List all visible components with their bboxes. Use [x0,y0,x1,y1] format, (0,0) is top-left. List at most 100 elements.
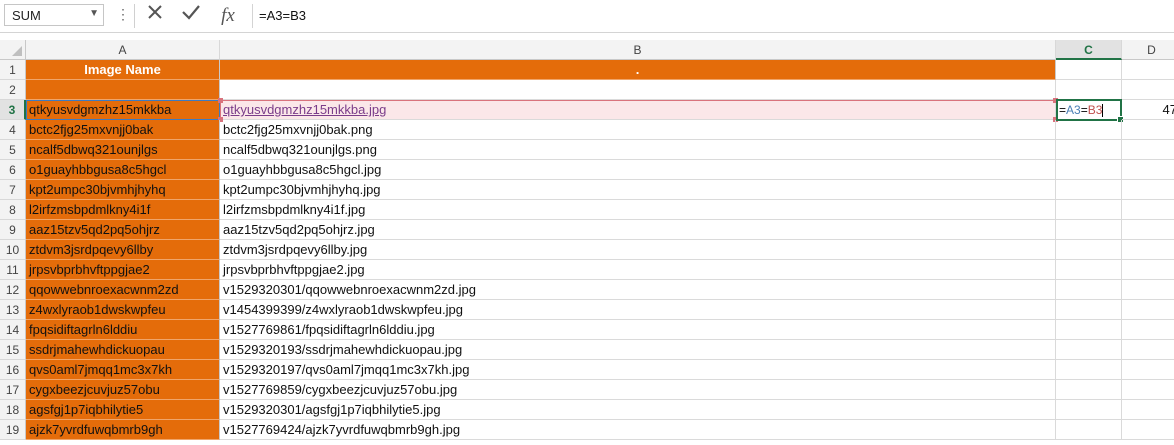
cell-c6[interactable] [1056,160,1122,180]
cell-c5[interactable] [1056,140,1122,160]
cell-d18[interactable] [1122,400,1174,420]
column-header-a[interactable]: A [26,40,220,60]
cell-c10[interactable] [1056,240,1122,260]
cell-c19[interactable] [1056,420,1122,440]
cell-a14[interactable]: fpqsidiftagrln6lddiu [26,320,220,340]
cell-c15[interactable] [1056,340,1122,360]
more-options-icon[interactable]: ⋮ [116,6,130,23]
cell-a5[interactable]: ncalf5dbwq321ounjlgs [26,140,220,160]
cell-d7[interactable] [1122,180,1174,200]
cell-a8[interactable]: l2irfzmsbpdmlkny4i1f [26,200,220,220]
cell-d1[interactable] [1122,60,1174,80]
row-header-13[interactable]: 13 [0,300,26,320]
cell-b19[interactable]: v1527769424/ajzk7yvrdfuwqbmrb9gh.jpg [220,420,1056,440]
row-header-11[interactable]: 11 [0,260,26,280]
column-header-b[interactable]: B [220,40,1056,60]
cell-a18[interactable]: agsfgj1p7iqbhilytie5 [26,400,220,420]
cell-b15[interactable]: v1529320193/ssdrjmahewhdickuopau.jpg [220,340,1056,360]
cell-c13[interactable] [1056,300,1122,320]
cell-c7[interactable] [1056,180,1122,200]
cell-c12[interactable] [1056,280,1122,300]
column-header-d[interactable]: D [1122,40,1174,60]
row-header-15[interactable]: 15 [0,340,26,360]
row-header-10[interactable]: 10 [0,240,26,260]
row-header-3[interactable]: 3 [0,100,26,120]
cell-d6[interactable] [1122,160,1174,180]
cell-b10[interactable]: ztdvm3jsrdpqevy6llby.jpg [220,240,1056,260]
cell-a2[interactable] [26,80,220,100]
cell-a6[interactable]: o1guayhbbgusa8c5hgcl [26,160,220,180]
cell-d13[interactable] [1122,300,1174,320]
cell-b2[interactable] [220,80,1056,100]
cell-d3[interactable]: 47 [1122,100,1174,120]
cell-b6[interactable]: o1guayhbbgusa8c5hgcl.jpg [220,160,1056,180]
cell-d15[interactable] [1122,340,1174,360]
cell-b17[interactable]: v1527769859/cygxbeezjcuvjuz57obu.jpg [220,380,1056,400]
row-header-14[interactable]: 14 [0,320,26,340]
row-header-2[interactable]: 2 [0,80,26,100]
row-header-12[interactable]: 12 [0,280,26,300]
cell-b11[interactable]: jrpsvbprbhvftppgjae2.jpg [220,260,1056,280]
cell-c14[interactable] [1056,320,1122,340]
cancel-icon[interactable] [141,3,169,29]
row-header-4[interactable]: 4 [0,120,26,140]
row-header-18[interactable]: 18 [0,400,26,420]
cell-a4[interactable]: bctc2fjg25mxvnjj0bak [26,120,220,140]
cell-d8[interactable] [1122,200,1174,220]
cell-d14[interactable] [1122,320,1174,340]
cell-d12[interactable] [1122,280,1174,300]
cell-b1[interactable]: . [220,60,1056,80]
insert-function-icon[interactable]: fx [214,3,242,29]
cell-c1[interactable] [1056,60,1122,80]
row-header-8[interactable]: 8 [0,200,26,220]
cell-d2[interactable] [1122,80,1174,100]
cell-c3-editing[interactable]: =A3=B3 [1056,99,1124,123]
cell-b4[interactable]: bctc2fjg25mxvnjj0bak.png [220,120,1056,140]
cell-c8[interactable] [1056,200,1122,220]
name-box[interactable]: SUM ▼ [4,4,104,26]
chevron-down-icon[interactable]: ▼ [89,8,99,19]
cell-b14[interactable]: v1527769861/fpqsidiftagrln6lddiu.jpg [220,320,1056,340]
cell-a15[interactable]: ssdrjmahewhdickuopau [26,340,220,360]
cell-a13[interactable]: z4wxlyraob1dwskwpfeu [26,300,220,320]
cell-d9[interactable] [1122,220,1174,240]
cell-b13[interactable]: v1454399399/z4wxlyraob1dwskwpfeu.jpg [220,300,1056,320]
cell-c11[interactable] [1056,260,1122,280]
cell-c2[interactable] [1056,80,1122,100]
cell-d11[interactable] [1122,260,1174,280]
cell-a17[interactable]: cygxbeezjcuvjuz57obu [26,380,220,400]
cell-b7[interactable]: kpt2umpc30bjvmhjhyhq.jpg [220,180,1056,200]
cell-c17[interactable] [1056,380,1122,400]
cell-b9[interactable]: aaz15tzv5qd2pq5ohjrz.jpg [220,220,1056,240]
cell-a12[interactable]: qqowwebnroexacwnm2zd [26,280,220,300]
row-header-9[interactable]: 9 [0,220,26,240]
cell-c4[interactable] [1056,120,1122,140]
cell-a16[interactable]: qvs0aml7jmqq1mc3x7kh [26,360,220,380]
cell-a11[interactable]: jrpsvbprbhvftppgjae2 [26,260,220,280]
cell-a19[interactable]: ajzk7yvrdfuwqbmrb9gh [26,420,220,440]
cell-a10[interactable]: ztdvm3jsrdpqevy6llby [26,240,220,260]
cell-b16[interactable]: v1529320197/qvs0aml7jmqq1mc3x7kh.jpg [220,360,1056,380]
cell-d16[interactable] [1122,360,1174,380]
cell-d19[interactable] [1122,420,1174,440]
cell-a1[interactable]: Image Name [26,60,220,80]
cell-d5[interactable] [1122,140,1174,160]
cell-c18[interactable] [1056,400,1122,420]
cell-b3[interactable]: qtkyusvdgmzhz15mkkba.jpg [220,100,1056,120]
cell-d4[interactable] [1122,120,1174,140]
cell-d10[interactable] [1122,240,1174,260]
cell-c16[interactable] [1056,360,1122,380]
enter-icon[interactable] [177,3,205,29]
row-header-16[interactable]: 16 [0,360,26,380]
row-header-7[interactable]: 7 [0,180,26,200]
range-handle[interactable] [218,98,223,103]
cell-a9[interactable]: aaz15tzv5qd2pq5ohjrz [26,220,220,240]
cell-b12[interactable]: v1529320301/qqowwebnroexacwnm2zd.jpg [220,280,1056,300]
row-header-1[interactable]: 1 [0,60,26,80]
row-header-19[interactable]: 19 [0,420,26,440]
row-header-5[interactable]: 5 [0,140,26,160]
cell-b8[interactable]: l2irfzmsbpdmlkny4i1f.jpg [220,200,1056,220]
row-header-6[interactable]: 6 [0,160,26,180]
cell-b5[interactable]: ncalf5dbwq321ounjlgs.png [220,140,1056,160]
cell-a7[interactable]: kpt2umpc30bjvmhjhyhq [26,180,220,200]
